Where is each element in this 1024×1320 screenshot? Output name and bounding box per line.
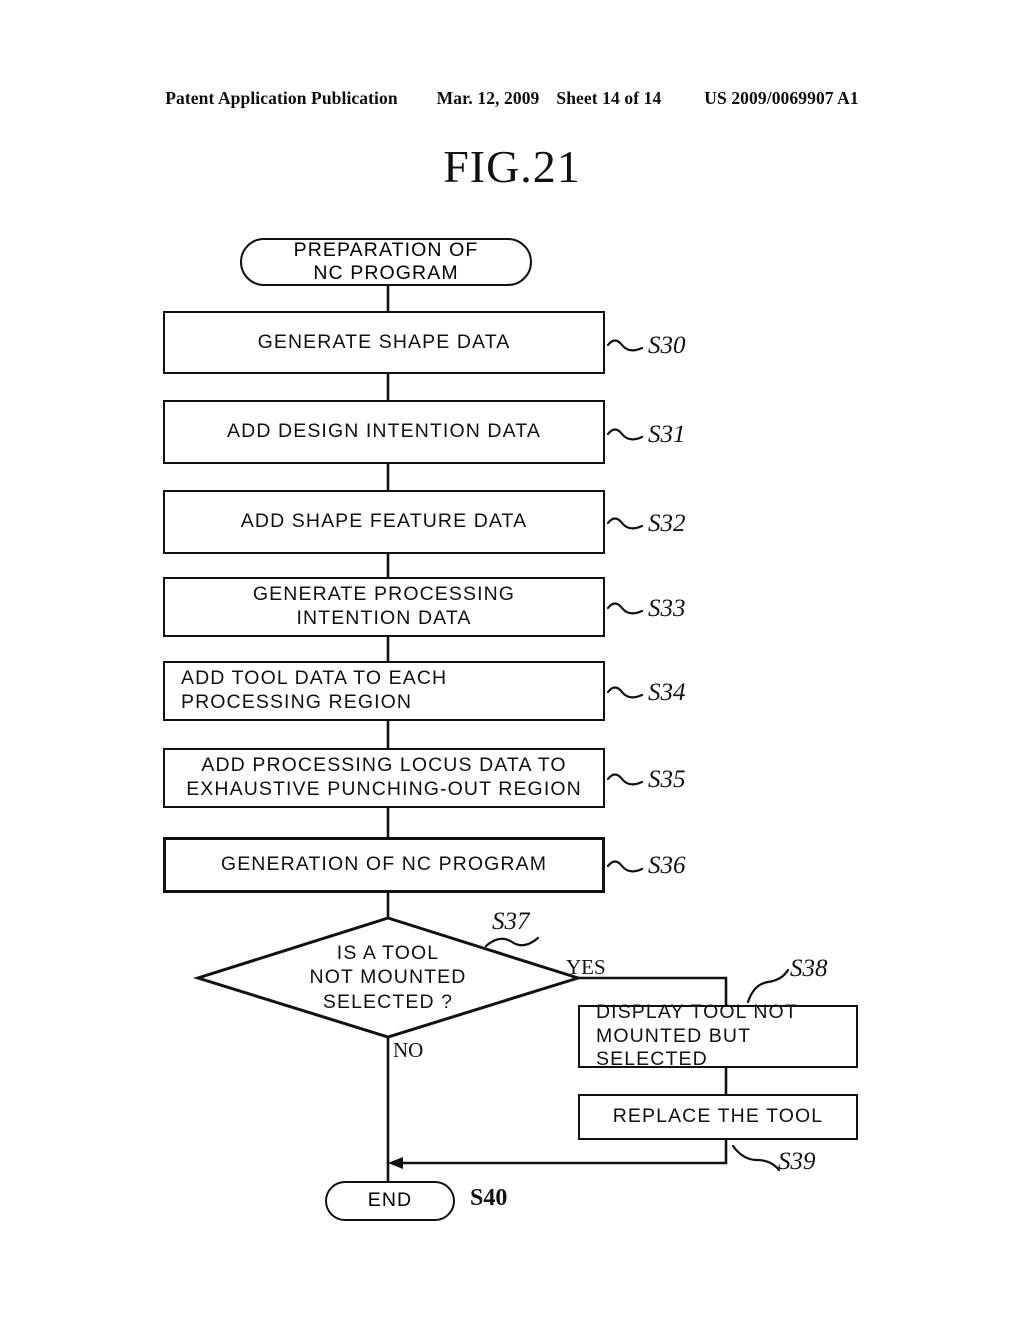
step-label-s34: S34 [648,679,686,706]
flow-node-s39-label: REPLACE THE TOOL [612,1105,824,1128]
flow-node-s30-label: GENERATE SHAPE DATA [257,330,511,353]
step-label-s39: S39 [778,1148,816,1175]
flow-node-s38[interactable]: DISPLAY TOOL NOT MOUNTED BUT SELECTED [578,1001,858,1070]
flow-node-end-label: END [367,1189,413,1212]
leader-s33 [606,602,644,615]
flow-node-s35-label: ADD PROCESSING LOCUS DATA TO EXHAUSTIVE … [186,754,582,800]
leader-s35 [606,773,644,786]
flow-node-end[interactable]: END [325,1181,455,1221]
flowchart-diagram: PREPARATION OF NC PROGRAM GENERATE SHAPE… [0,0,1024,1320]
step-label-s36: S36 [648,852,686,879]
step-label-s37: S37 [492,908,530,935]
flow-node-s35[interactable]: ADD PROCESSING LOCUS DATA TO EXHAUSTIVE … [163,748,605,808]
flow-node-s32-label: ADD SHAPE FEATURE DATA [240,510,528,533]
leader-s31 [606,428,644,441]
leader-s39 [731,1144,781,1172]
flow-node-s38-label: DISPLAY TOOL NOT MOUNTED BUT SELECTED [596,1000,798,1071]
step-label-s30: S30 [648,332,686,359]
step-label-s35: S35 [648,766,686,793]
connector-s39-return [392,1138,728,1165]
flow-node-start[interactable]: PREPARATION OF NC PROGRAM [240,238,532,286]
flow-node-s36[interactable]: GENERATION OF NC PROGRAM [163,837,605,893]
leader-s34 [606,686,644,699]
flow-node-s30[interactable]: GENERATE SHAPE DATA [163,311,605,374]
leader-s32 [606,517,644,530]
step-label-s31: S31 [648,421,686,448]
flow-node-s34-label: ADD TOOL DATA TO EACH PROCESSING REGION [181,667,448,713]
flow-node-start-label: PREPARATION OF NC PROGRAM [293,238,479,284]
return-arrowhead [388,1157,403,1169]
flow-node-s31-label: ADD DESIGN INTENTION DATA [227,420,541,443]
leader-s30 [606,339,644,352]
leader-s36 [606,860,644,873]
leader-s38 [746,968,790,1004]
flowchart-connectors [192,284,790,1183]
flow-node-s39[interactable]: REPLACE THE TOOL [578,1094,858,1140]
step-label-s33: S33 [648,595,686,622]
flow-node-s31[interactable]: ADD DESIGN INTENTION DATA [163,400,605,464]
flow-node-s32[interactable]: ADD SHAPE FEATURE DATA [163,490,605,554]
flow-node-s34[interactable]: ADD TOOL DATA TO EACH PROCESSING REGION [163,661,605,721]
branch-label-yes: YES [566,955,606,979]
flow-node-s36-label: GENERATION OF NC PROGRAM [220,853,548,876]
step-label-s40: S40 [470,1185,508,1211]
flow-node-s33-label: GENERATE PROCESSING INTENTION DATA [252,583,516,629]
step-label-s38: S38 [790,955,828,982]
flow-node-s33[interactable]: GENERATE PROCESSING INTENTION DATA [163,577,605,637]
step-label-s32: S32 [648,510,686,537]
branch-label-no: NO [393,1038,424,1062]
